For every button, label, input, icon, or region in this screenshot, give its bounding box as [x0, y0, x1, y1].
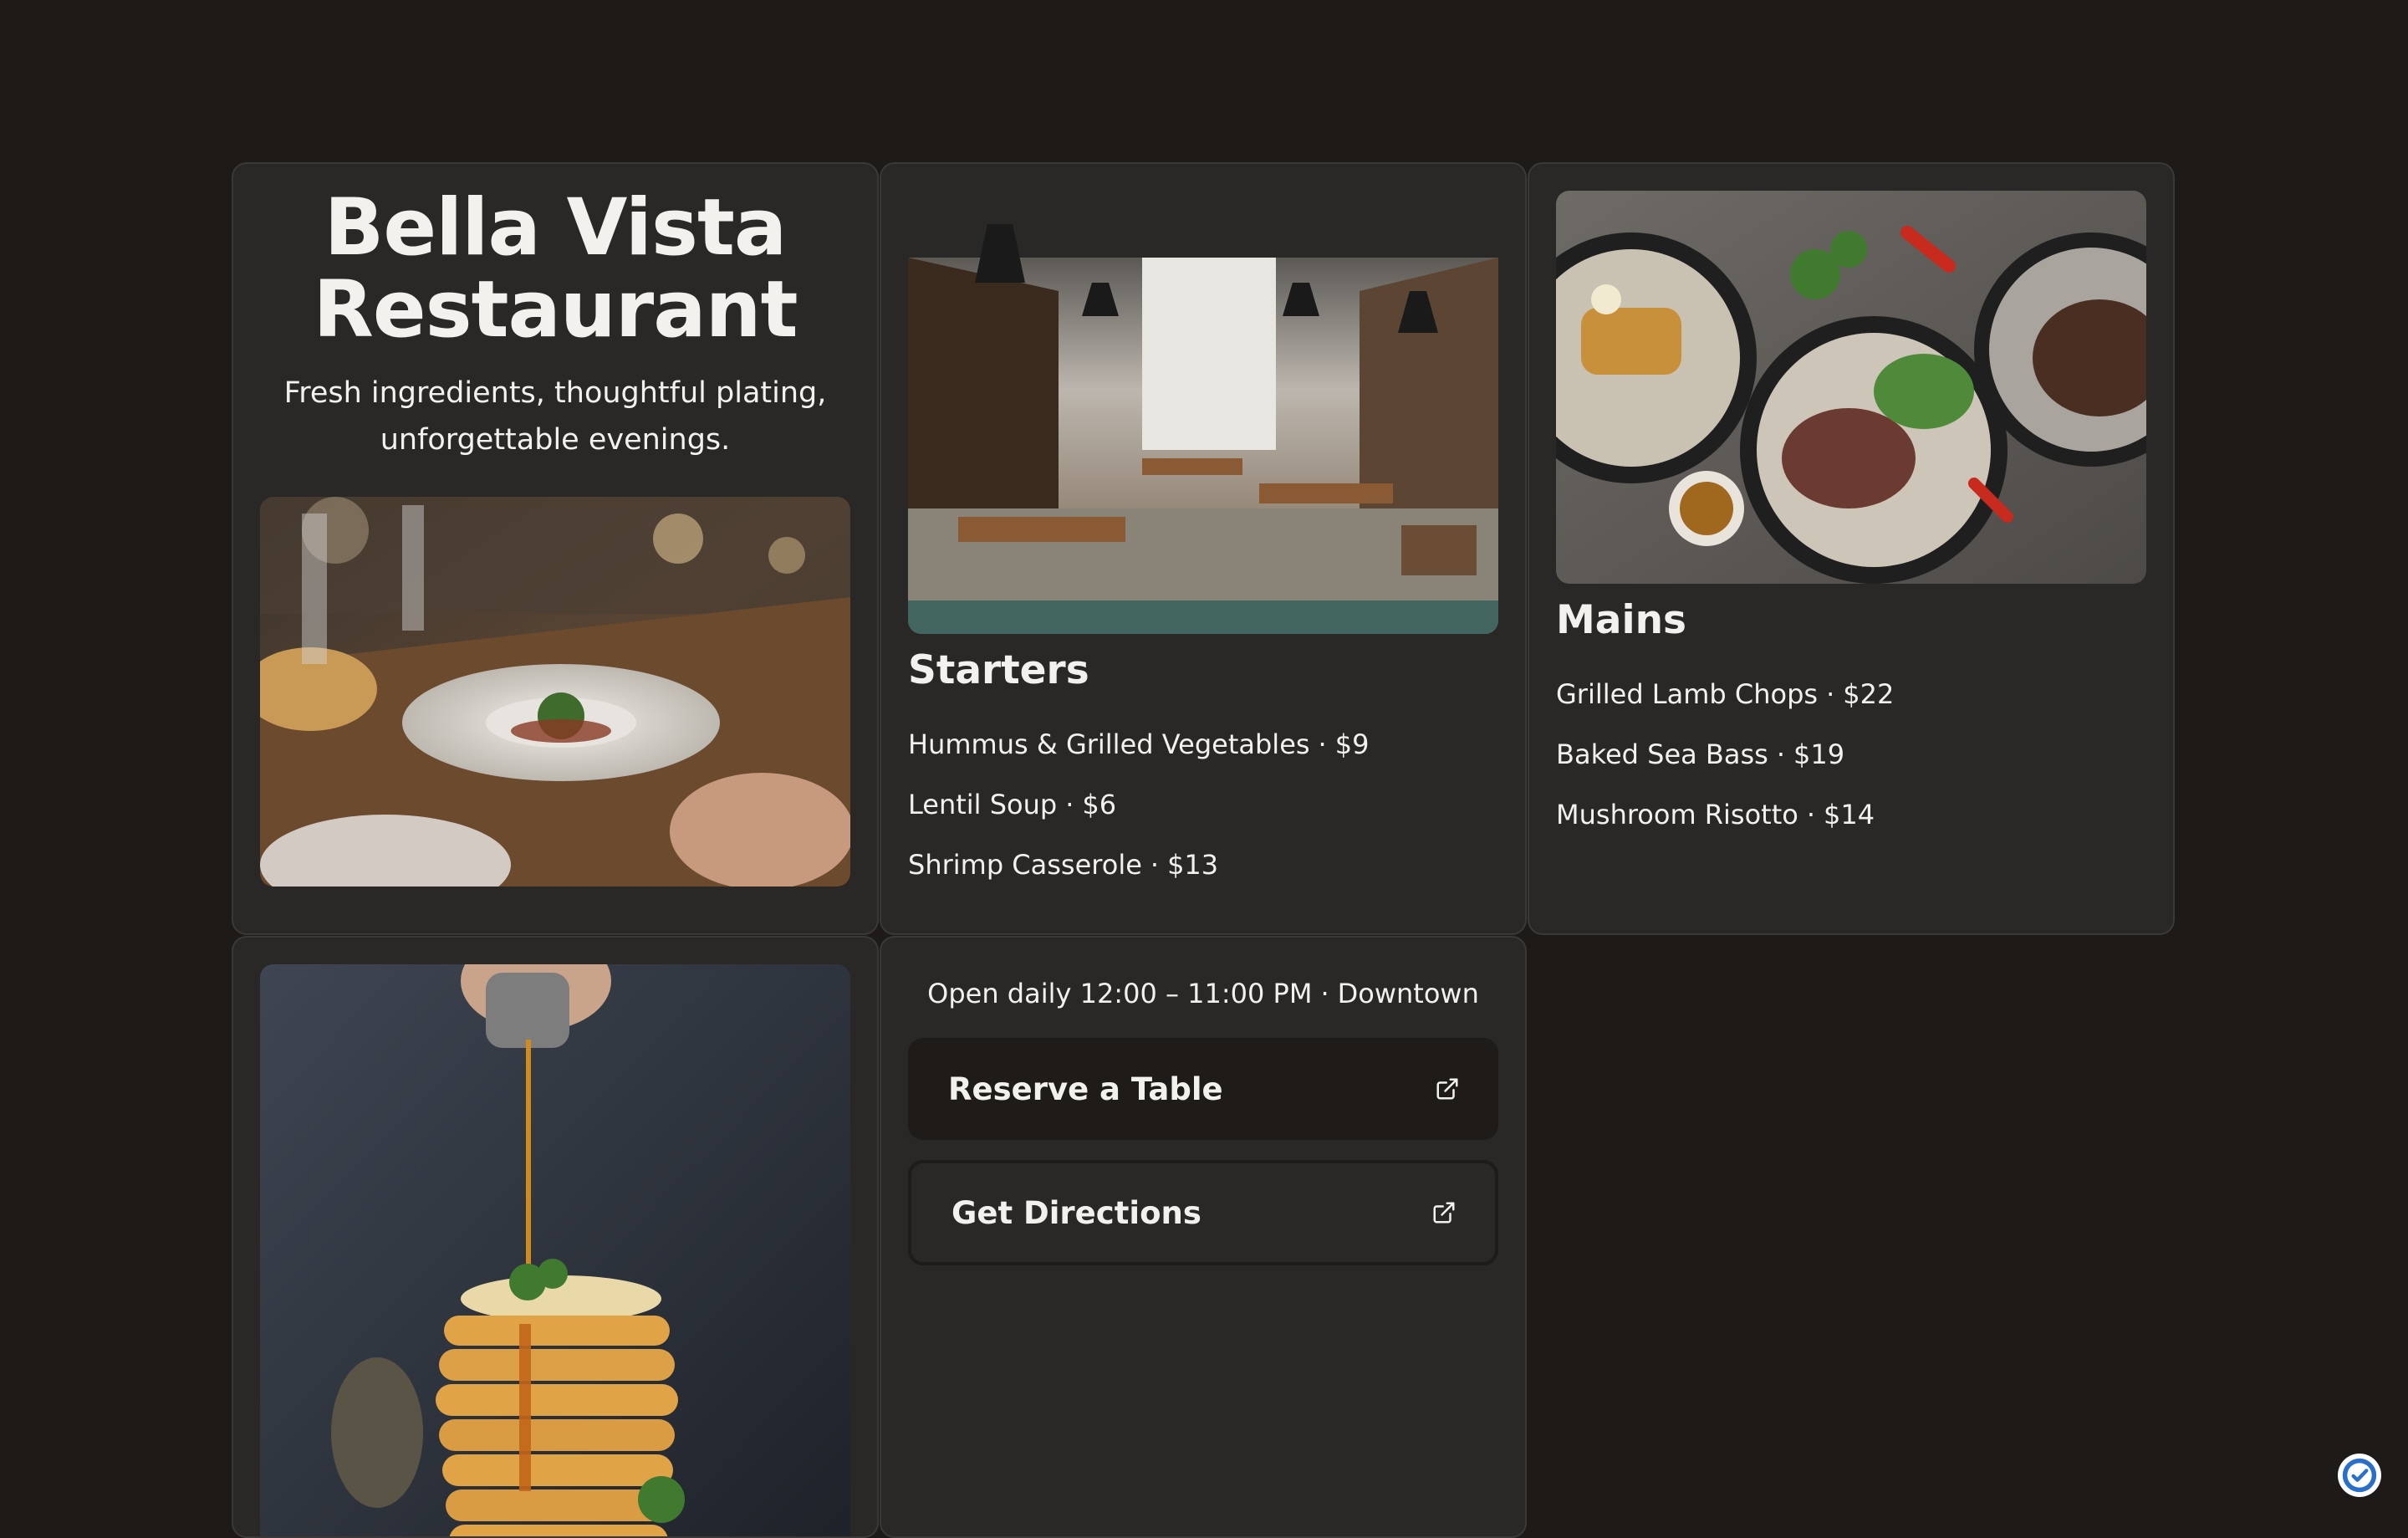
list-item: Shrimp Casserole · $13	[908, 835, 1369, 895]
item-price: $13	[1167, 849, 1219, 881]
hours-text: Open daily 12:00 – 11:00 PM	[927, 978, 1313, 1009]
external-link-icon	[1435, 1076, 1460, 1101]
restaurant-name-line2: Restaurant	[313, 264, 798, 355]
verified-check-icon[interactable]	[2338, 1454, 2381, 1497]
reserve-table-label: Reserve a Table	[948, 1070, 1223, 1107]
starters-title: Starters	[908, 647, 1089, 693]
mains-card: Mains Grilled Lamb Chops · $22 Baked Sea B…	[1528, 162, 2175, 935]
item-price: $9	[1334, 728, 1370, 760]
item-name: Hummus & Grilled Vegetables	[908, 728, 1310, 760]
item-name: Grilled Lamb Chops	[1556, 678, 1819, 710]
item-price: $19	[1793, 738, 1845, 770]
get-directions-button[interactable]: Get Directions	[908, 1160, 1498, 1265]
restaurant-interior-photo	[908, 191, 1498, 634]
list-item: Lentil Soup · $6	[908, 774, 1369, 835]
item-price: $6	[1082, 789, 1117, 820]
separator: ·	[1826, 678, 1835, 710]
fine-dining-photo	[260, 497, 850, 887]
pancakes-photo	[260, 964, 850, 1536]
get-directions-label: Get Directions	[951, 1194, 1201, 1231]
hero-card: Bella Vista Restaurant Fresh ingredients…	[232, 162, 879, 935]
item-name: Mushroom Risotto	[1556, 799, 1798, 830]
item-name: Shrimp Casserole	[908, 849, 1142, 881]
list-item: Baked Sea Bass · $19	[1556, 724, 1894, 784]
restaurant-name-line1: Bella Vista	[324, 182, 788, 273]
tagline-line2: unforgettable evenings.	[380, 423, 731, 457]
starters-card: Starters Hummus & Grilled Vegetables · $9 …	[880, 162, 1527, 935]
list-item: Mushroom Risotto · $14	[1556, 784, 1894, 845]
list-item: Hummus & Grilled Vegetables · $9	[908, 714, 1369, 774]
separator: ·	[1150, 849, 1160, 881]
external-link-icon	[1431, 1200, 1457, 1225]
item-name: Lentil Soup	[908, 789, 1058, 820]
list-item: Grilled Lamb Chops · $22	[1556, 664, 1894, 724]
separator: ·	[1320, 978, 1329, 1009]
mains-list: Grilled Lamb Chops · $22 Baked Sea Bass · $1…	[1556, 664, 1894, 845]
reserve-table-button[interactable]: Reserve a Table	[908, 1038, 1498, 1140]
starters-list: Hummus & Grilled Vegetables · $9 Lentil So…	[908, 714, 1369, 895]
tagline: Fresh ingredients, thoughtful plating, u…	[275, 370, 835, 463]
separator: ·	[1065, 789, 1074, 820]
dessert-card	[232, 936, 879, 1538]
item-price: $22	[1843, 678, 1895, 710]
restaurant-name: Bella Vista Restaurant	[233, 187, 877, 351]
mains-title: Mains	[1556, 597, 1687, 643]
separator: ·	[1318, 728, 1327, 760]
separator: ·	[1806, 799, 1816, 830]
item-name: Baked Sea Bass	[1556, 738, 1768, 770]
info-card: Open daily 12:00 – 11:00 PM · Downtown Res…	[880, 936, 1527, 1538]
separator: ·	[1776, 738, 1785, 770]
tagline-line1: Fresh ingredients, thoughtful plating,	[283, 376, 827, 410]
mains-dishes-photo	[1556, 191, 2146, 584]
location-text: Downtown	[1337, 978, 1479, 1009]
item-price: $14	[1824, 799, 1875, 830]
opening-hours: Open daily 12:00 – 11:00 PM · Downtown	[881, 978, 1525, 1009]
